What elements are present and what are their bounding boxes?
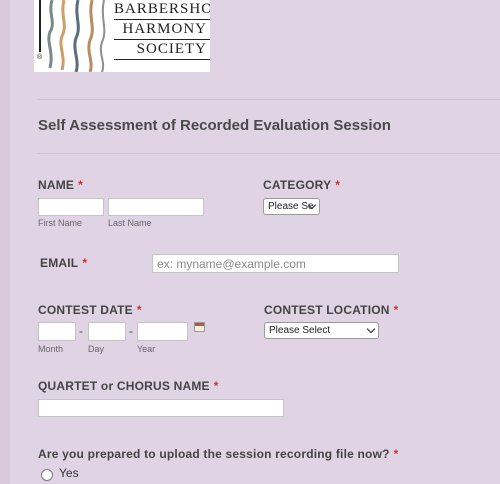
calendar-icon[interactable]	[194, 322, 205, 332]
day-sublabel: Day	[88, 344, 105, 354]
contest-location-label-text: CONTEST LOCATION	[264, 303, 390, 317]
category-selected-value: Please Se	[268, 201, 314, 212]
logo-line-3: SOCIETY	[114, 40, 210, 60]
quartet-chorus-name-input[interactable]	[38, 399, 284, 417]
category-label-text: CATEGORY	[263, 178, 332, 192]
contest-year-input[interactable]	[137, 322, 188, 341]
email-label: EMAIL *	[40, 256, 87, 270]
contest-location-select[interactable]: Please Select	[264, 322, 379, 339]
chevron-down-icon	[366, 324, 376, 334]
required-asterisk: *	[136, 303, 142, 317]
upload-question-label: Are you prepared to upload the session r…	[38, 447, 399, 461]
last-name-sublabel: Last Name	[108, 218, 152, 228]
upload-yes-radio[interactable]	[41, 469, 53, 481]
quartet-chorus-label-text: QUARTET or CHORUS NAME	[38, 379, 210, 393]
category-label: CATEGORY *	[263, 178, 340, 192]
name-label-text: NAME	[38, 178, 75, 192]
email-input[interactable]	[152, 254, 399, 273]
required-asterisk: *	[78, 178, 84, 192]
contest-location-selected-value: Please Select	[269, 325, 331, 336]
faces-silhouette-icon	[39, 0, 106, 72]
category-select[interactable]: Please Se	[263, 198, 320, 215]
first-name-input[interactable]	[38, 198, 104, 216]
email-label-text: EMAIL	[40, 256, 79, 270]
logo-line-2: HARMONY	[114, 20, 210, 40]
contest-day-input[interactable]	[88, 322, 126, 341]
required-asterisk: *	[213, 379, 219, 393]
logo-line-1: BARBERSHOP	[114, 0, 210, 20]
required-asterisk: *	[82, 256, 88, 270]
upload-question-label-text: Are you prepared to upload the session r…	[38, 447, 390, 461]
logo-wordmark: BARBERSHOP HARMONY SOCIETY	[114, 0, 210, 60]
contest-date-label: CONTEST DATE *	[38, 303, 142, 317]
barbershop-harmony-society-logo: ® BARBERSHOP HARMONY SOCIETY	[34, 0, 210, 72]
title-divider	[37, 153, 500, 154]
name-label: NAME *	[38, 178, 83, 192]
required-asterisk: *	[335, 178, 341, 192]
month-sublabel: Month	[38, 344, 64, 354]
first-name-sublabel: First Name	[38, 218, 83, 228]
left-edge-strip	[0, 0, 10, 484]
last-name-input[interactable]	[108, 198, 204, 216]
date-separator: -	[79, 324, 83, 338]
registered-mark: ®	[37, 54, 43, 61]
quartet-chorus-label: QUARTET or CHORUS NAME *	[38, 379, 219, 393]
header-divider	[37, 99, 500, 100]
contest-month-input[interactable]	[38, 322, 76, 341]
required-asterisk: *	[393, 447, 399, 461]
contest-date-label-text: CONTEST DATE	[38, 303, 133, 317]
year-sublabel: Year	[137, 344, 156, 354]
contest-location-label: CONTEST LOCATION *	[264, 303, 399, 317]
upload-yes-label[interactable]: Yes	[59, 466, 79, 480]
form-title: Self Assessment of Recorded Evaluation S…	[38, 117, 391, 134]
required-asterisk: *	[393, 303, 399, 317]
date-separator: -	[129, 324, 133, 338]
